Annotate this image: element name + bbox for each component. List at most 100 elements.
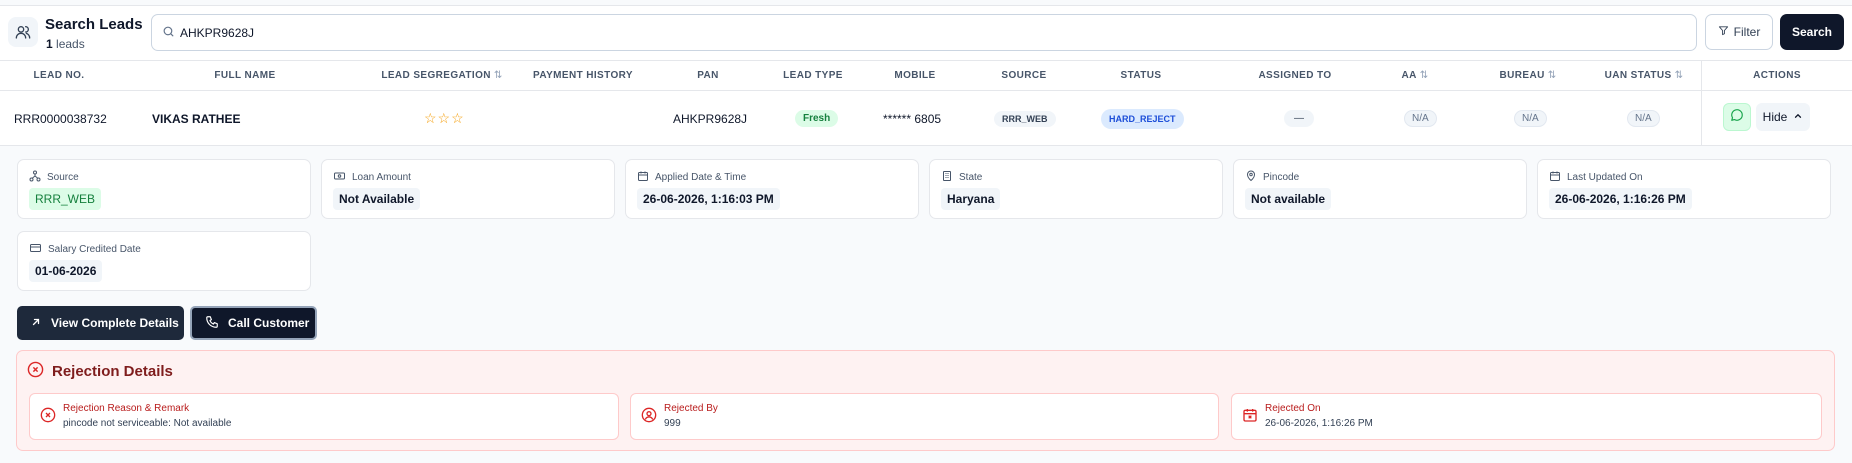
lead-count-suffix: leads (56, 37, 85, 51)
column-label: FULL NAME (214, 70, 276, 81)
column-lead-type: LEAD TYPE (763, 61, 863, 91)
hide-label: Hide (1762, 110, 1788, 124)
full-name-cell: VIKAS RATHEE (152, 111, 241, 126)
rejected-on-card: Rejected On 26-06-2026, 1:16:26 PM (1231, 393, 1822, 440)
filter-button[interactable]: Filter (1705, 14, 1773, 50)
table-header: LEAD NO. FULL NAME LEAD SEGREGATION ⇅ PAY… (0, 61, 1852, 91)
table-row[interactable]: RRR0000038732 VIKAS RATHEE ☆☆☆ AHKPR9628… (0, 91, 1852, 146)
calendar-icon (637, 170, 649, 185)
message-circle-icon (1730, 108, 1744, 127)
column-label: BUREAU (1499, 70, 1545, 81)
sort-icon: ⇅ (1419, 70, 1429, 81)
credit-card-icon (29, 242, 42, 257)
column-payment-history: PAYMENT HISTORY (518, 61, 648, 91)
search-icon (162, 25, 175, 43)
lead-type-badge: Fresh (795, 110, 839, 127)
assigned-to-cell: — (1284, 91, 1314, 146)
rejection-reason-card: Rejection Reason & Remark pincode not se… (29, 393, 619, 440)
detail-label: Applied Date & Time (655, 172, 747, 183)
filter-icon (1718, 25, 1729, 39)
lead-count: 1 leads (46, 37, 85, 51)
detail-label-row: Applied Date & Time (637, 170, 746, 185)
star-rating[interactable]: ☆☆☆ (424, 91, 465, 146)
rejected-by-card: Rejected By 999 (630, 393, 1219, 440)
column-aa[interactable]: AA ⇅ (1390, 61, 1440, 91)
arrow-up-right-icon (30, 316, 42, 331)
column-status: STATUS (1091, 61, 1191, 91)
column-uan-status[interactable]: UAN STATUS ⇅ (1594, 61, 1694, 91)
detail-card-applied-date: Applied Date & Time 26-06-2026, 1:16:03 … (625, 159, 919, 219)
column-assigned-to: ASSIGNED TO (1235, 61, 1355, 91)
rejection-details-panel: Rejection Details Rejection Reason & Rem… (16, 350, 1835, 451)
search-input[interactable] (180, 21, 1680, 44)
column-label: STATUS (1120, 70, 1162, 81)
filter-label: Filter (1733, 25, 1761, 39)
column-full-name: FULL NAME (145, 61, 345, 91)
column-label: MOBILE (894, 70, 936, 81)
detail-label: Pincode (1263, 172, 1300, 183)
view-details-label: View Complete Details (51, 316, 179, 330)
detail-label-row: Source (29, 170, 79, 185)
column-pan: PAN (668, 61, 748, 91)
search-button[interactable]: Search (1780, 14, 1844, 50)
column-lead-segregation[interactable]: LEAD SEGREGATION ⇅ (372, 61, 512, 91)
hide-details-button[interactable]: Hide (1756, 103, 1810, 131)
detail-label: Last Updated On (1567, 172, 1643, 183)
sort-icon: ⇅ (1547, 70, 1557, 81)
rejection-label: Rejected On (1265, 403, 1321, 414)
detail-card-loan-amount: Loan Amount Not Available (321, 159, 615, 219)
detail-value: Not Available (333, 188, 421, 210)
whatsapp-button[interactable] (1723, 103, 1751, 131)
column-label: LEAD NO. (33, 70, 85, 81)
column-label: AA (1401, 70, 1417, 81)
call-customer-button[interactable]: Call Customer (190, 306, 317, 340)
detail-value: Not available (1245, 188, 1332, 210)
page-title: Search Leads (45, 16, 143, 33)
status-badge: HARD_REJECT (1101, 108, 1184, 129)
aa-badge: N/A (1404, 110, 1437, 127)
search-box (151, 14, 1697, 51)
source-badge: RRR_WEB (994, 110, 1056, 127)
rejection-value: pincode not serviceable: Not available (63, 418, 232, 429)
detail-value: 01-06-2026 (29, 260, 103, 282)
rejection-label: Rejection Reason & Remark (63, 403, 190, 414)
x-circle-icon (27, 361, 44, 382)
assigned-to-badge: — (1284, 110, 1314, 127)
column-lead-no: LEAD NO. (0, 61, 118, 91)
detail-label: State (959, 172, 983, 183)
call-customer-label: Call Customer (228, 316, 310, 330)
pan-cell: AHKPR9628J (673, 111, 748, 126)
column-mobile: MOBILE (870, 61, 960, 91)
detail-value: 26-06-2026, 1:16:26 PM (1549, 188, 1692, 210)
rejection-value: 26-06-2026, 1:16:26 PM (1265, 418, 1373, 429)
column-label: LEAD SEGREGATION (381, 70, 491, 81)
lead-type-cell: Fresh (795, 91, 839, 146)
network-icon (29, 170, 41, 185)
column-label: PAYMENT HISTORY (533, 70, 633, 81)
column-label: PAN (697, 70, 719, 81)
map-pin-icon (1245, 170, 1257, 185)
column-actions: ACTIONS (1702, 61, 1852, 91)
detail-value: RRR_WEB (29, 188, 102, 210)
column-bureau[interactable]: BUREAU ⇅ (1488, 61, 1568, 91)
detail-card-last-updated: Last Updated On 26-06-2026, 1:16:26 PM (1537, 159, 1831, 219)
bureau-cell: N/A (1514, 91, 1547, 146)
uan-status-badge: N/A (1627, 110, 1660, 127)
column-label: ACTIONS (1753, 70, 1801, 81)
status-cell: HARD_REJECT (1101, 91, 1184, 146)
building-icon (941, 170, 953, 185)
user-circle-icon (641, 407, 657, 428)
calendar-x-icon (1242, 407, 1258, 428)
lead-no-cell[interactable]: RRR0000038732 (14, 91, 107, 146)
detail-label: Source (47, 172, 79, 183)
lead-count-number: 1 (46, 37, 53, 51)
rejection-title: Rejection Details (27, 361, 173, 382)
column-label: LEAD TYPE (783, 70, 843, 81)
detail-label-row: Last Updated On (1549, 170, 1643, 185)
source-cell: RRR_WEB (994, 91, 1056, 146)
mobile-cell: ****** 6805 (883, 111, 942, 126)
detail-label: Salary Credited Date (48, 244, 141, 255)
column-label: SOURCE (1001, 70, 1047, 81)
column-label: UAN STATUS (1604, 70, 1672, 81)
view-complete-details-button[interactable]: View Complete Details (17, 306, 184, 340)
